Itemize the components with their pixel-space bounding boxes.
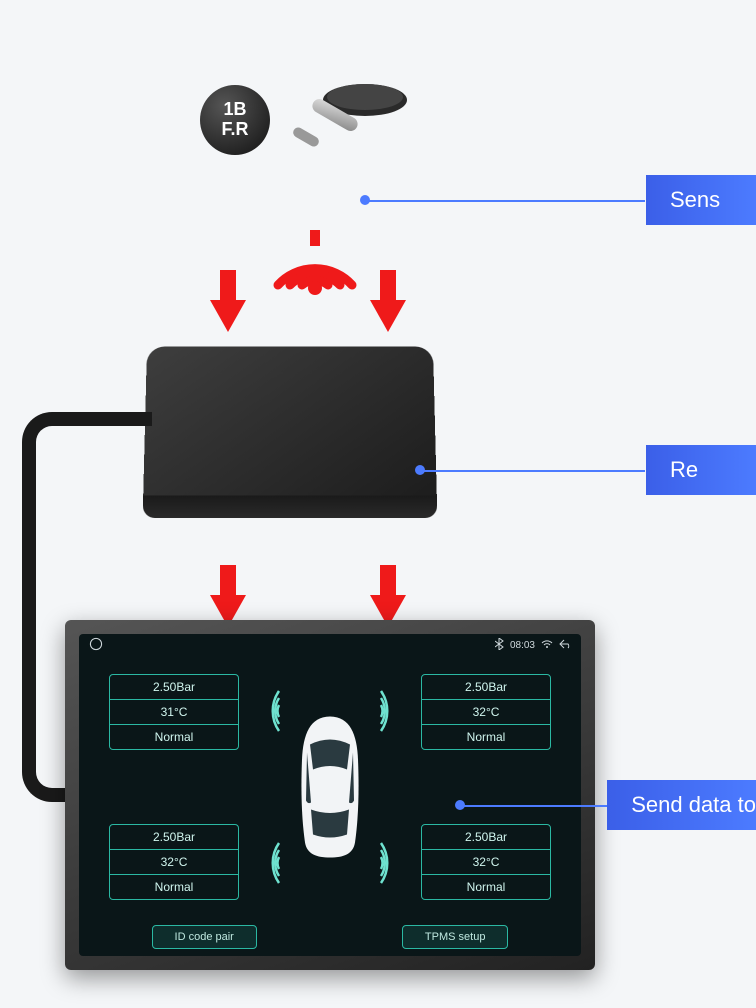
tire-temp: 32°C	[422, 700, 550, 725]
arrow-down-icon	[210, 300, 246, 332]
head-unit-display: 08:03 2.50Bar 31°C Normal 2.50Bar 32°C N…	[65, 620, 595, 970]
tire-temp: 31°C	[110, 700, 238, 725]
tire-tile-rl: 2.50Bar 32°C Normal	[109, 824, 239, 900]
home-icons	[89, 637, 103, 654]
leader-dot-sensors	[360, 195, 370, 205]
leader-line-display	[460, 805, 620, 807]
leader-dot-display	[455, 800, 465, 810]
screen: 08:03 2.50Bar 31°C Normal 2.50Bar 32°C N…	[79, 634, 581, 956]
bluetooth-icon	[495, 638, 504, 653]
tire-tile-fr: 2.50Bar 32°C Normal	[421, 674, 551, 750]
tire-temp: 32°C	[422, 850, 550, 875]
tire-tile-rr: 2.50Bar 32°C Normal	[421, 824, 551, 900]
internal-tire-sensor	[290, 80, 420, 160]
sensor-cap-label-top: 1B	[223, 100, 246, 120]
tire-tile-fl: 2.50Bar 31°C Normal	[109, 674, 239, 750]
tire-pressure: 2.50Bar	[110, 825, 238, 850]
label-display-text: Send data to	[631, 792, 756, 818]
wireless-signal-icon	[270, 230, 360, 300]
tire-signal-icon	[249, 838, 283, 888]
label-display: Send data to	[607, 780, 756, 830]
receiver-module	[143, 347, 437, 506]
tire-temp: 32°C	[110, 850, 238, 875]
back-icon	[559, 639, 571, 652]
leader-line-receiver	[420, 470, 645, 472]
wifi-icon	[541, 639, 553, 652]
tire-signal-icon	[377, 686, 411, 736]
tire-pressure: 2.50Bar	[422, 825, 550, 850]
car-icon	[295, 715, 365, 860]
tpms-setup-button[interactable]: TPMS setup	[402, 925, 509, 949]
arrow-down-icon	[370, 300, 406, 332]
leader-dot-receiver	[415, 465, 425, 475]
tpms-area: 2.50Bar 31°C Normal 2.50Bar 32°C Normal …	[79, 656, 581, 918]
tire-status: Normal	[110, 875, 238, 899]
label-sensors: Sens	[646, 175, 756, 225]
tire-signal-icon	[377, 838, 411, 888]
status-time: 08:03	[510, 640, 535, 651]
label-receiver-text: Re	[670, 457, 698, 483]
id-code-pair-button[interactable]: ID code pair	[152, 925, 257, 949]
leader-line-sensors	[365, 200, 645, 202]
tire-pressure: 2.50Bar	[110, 675, 238, 700]
tire-pressure: 2.50Bar	[422, 675, 550, 700]
sensor-cap-label-bottom: F.R	[222, 120, 249, 140]
tire-signal-icon	[249, 686, 283, 736]
bottom-buttons: ID code pair TPMS setup	[79, 918, 581, 956]
tire-status: Normal	[422, 725, 550, 749]
status-bar: 08:03	[79, 634, 581, 656]
tire-status: Normal	[110, 725, 238, 749]
tire-sensor-cap: 1B F.R	[200, 85, 270, 155]
label-receiver: Re	[646, 445, 756, 495]
usb-cable	[140, 412, 150, 426]
label-sensors-text: Sens	[670, 187, 720, 213]
tire-status: Normal	[422, 875, 550, 899]
